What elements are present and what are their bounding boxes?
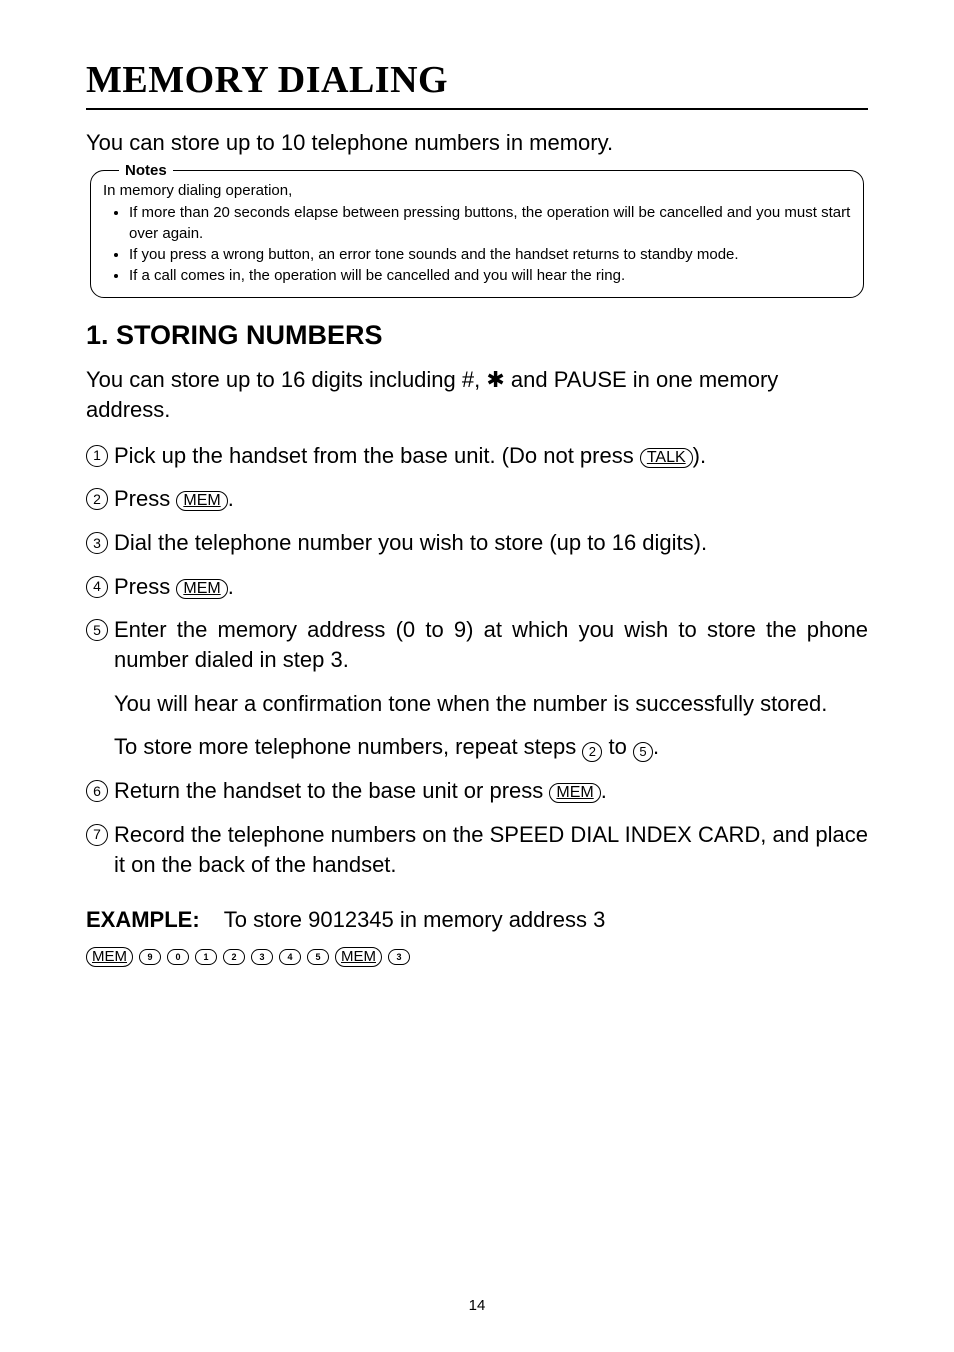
section-intro-pre: You can store up to 16 digits including … — [86, 367, 486, 392]
digit-key: 2 — [223, 949, 245, 965]
notes-list: If more than 20 seconds elapse between p… — [103, 203, 851, 286]
step-text: to — [602, 734, 633, 759]
step-text: ). — [693, 443, 706, 468]
digit-key: 1 — [195, 949, 217, 965]
step-text: Press — [114, 574, 176, 599]
step-sub: To store more telephone numbers, repeat … — [114, 732, 868, 762]
step-list: 1 Pick up the handset from the base unit… — [86, 441, 868, 880]
step-number: 6 — [86, 780, 108, 802]
digit-key: 3 — [251, 949, 273, 965]
step-1: 1 Pick up the handset from the base unit… — [86, 441, 868, 471]
mem-key: MEM — [549, 783, 600, 803]
step-4: 4 Press MEM. — [86, 572, 868, 602]
step-number: 4 — [86, 576, 108, 598]
digit-key: 5 — [307, 949, 329, 965]
step-7: 7 Record the telephone numbers on the SP… — [86, 820, 868, 879]
mem-key: MEM — [86, 947, 133, 967]
intro-text: You can store up to 10 telephone numbers… — [86, 130, 868, 156]
page-number: 14 — [0, 1297, 954, 1314]
step-text: To store more telephone numbers, repeat … — [114, 734, 582, 759]
section-intro: You can store up to 16 digits including … — [86, 365, 868, 424]
step-number: 1 — [86, 445, 108, 467]
step-6: 6 Return the handset to the base unit or… — [86, 776, 868, 806]
mem-key: MEM — [176, 491, 227, 511]
step-text: Press — [114, 486, 176, 511]
step-text: . — [653, 734, 659, 759]
star-glyph: ✱ — [486, 367, 504, 392]
step-text: . — [228, 486, 234, 511]
step-sub: You will hear a confirmation tone when t… — [114, 689, 868, 719]
step-text: Return the handset to the base unit or p… — [114, 778, 549, 803]
mem-key: MEM — [176, 579, 227, 599]
notes-item: If more than 20 seconds elapse between p… — [129, 203, 851, 244]
step-text: Dial the telephone number you wish to st… — [114, 528, 868, 558]
notes-item: If a call comes in, the operation will b… — [129, 266, 851, 286]
example-text: To store 9012345 in memory address 3 — [224, 907, 606, 932]
step-text: Enter the memory address (0 to 9) at whi… — [114, 617, 868, 672]
step-3: 3 Dial the telephone number you wish to … — [86, 528, 868, 558]
digit-key: 9 — [139, 949, 161, 965]
step-5: 5 Enter the memory address (0 to 9) at w… — [86, 615, 868, 762]
step-text: . — [601, 778, 607, 803]
digit-key: 0 — [167, 949, 189, 965]
notes-label: Notes — [119, 161, 173, 181]
step-number: 7 — [86, 824, 108, 846]
notes-box: Notes In memory dialing operation, If mo… — [90, 170, 864, 298]
circled-ref: 2 — [582, 742, 602, 762]
page-title: MEMORY DIALING — [86, 58, 868, 110]
mem-key: MEM — [335, 947, 382, 967]
step-number: 3 — [86, 532, 108, 554]
step-text: . — [228, 574, 234, 599]
section-heading: 1. STORING NUMBERS — [86, 320, 868, 351]
step-text: Pick up the handset from the base unit. … — [114, 443, 640, 468]
notes-item: If you press a wrong button, an error to… — [129, 245, 851, 265]
step-number: 2 — [86, 488, 108, 510]
notes-lead: In memory dialing operation, — [103, 181, 851, 201]
digit-key: 3 — [388, 949, 410, 965]
circled-ref: 5 — [633, 742, 653, 762]
step-2: 2 Press MEM. — [86, 484, 868, 514]
talk-key: TALK — [640, 448, 693, 468]
digit-key: 4 — [279, 949, 301, 965]
example-sequence: MEM 9 0 1 2 3 4 5 MEM 3 — [86, 947, 868, 967]
example-line: EXAMPLE: To store 9012345 in memory addr… — [86, 907, 868, 933]
step-text: Record the telephone numbers on the SPEE… — [114, 820, 868, 879]
step-number: 5 — [86, 619, 108, 641]
example-label: EXAMPLE: — [86, 907, 200, 932]
